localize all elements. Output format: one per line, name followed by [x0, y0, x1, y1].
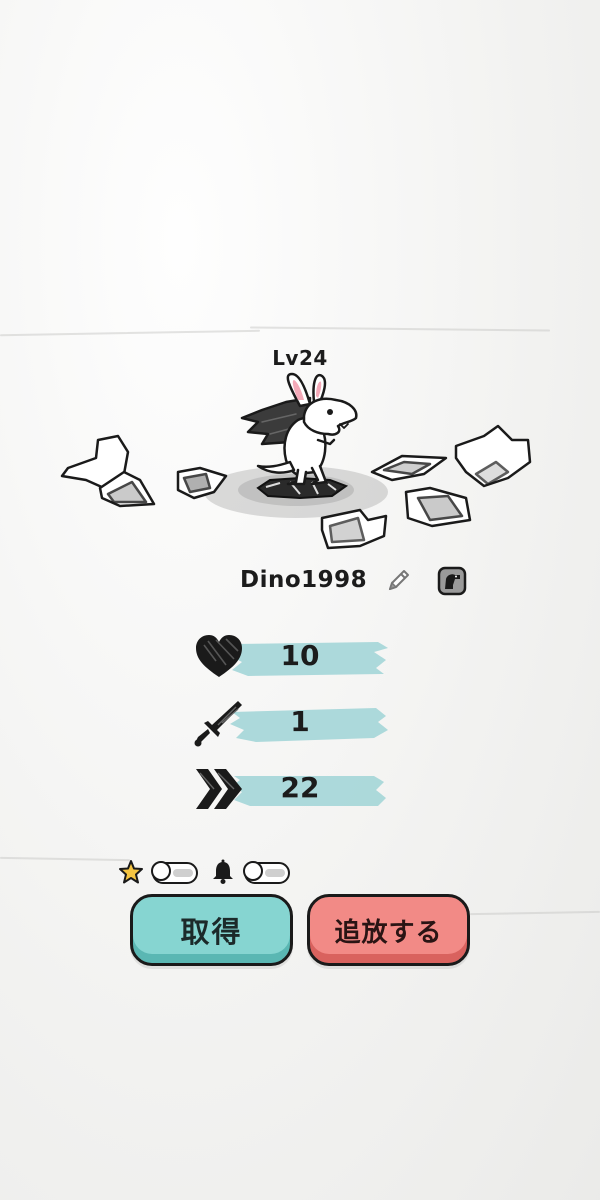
level-label: Lv24	[272, 346, 328, 370]
paper-texture-line	[249, 326, 551, 332]
toggle-track	[265, 869, 285, 877]
paper-texture-line	[0, 329, 260, 337]
toggle-row	[118, 856, 308, 890]
speed-chevron-icon	[196, 769, 242, 809]
name-row: Dino1998	[0, 565, 600, 601]
acquire-button[interactable]: 取得	[130, 894, 293, 966]
hp-stat: 10	[190, 628, 420, 686]
rubble-left	[60, 434, 228, 508]
pencil-icon[interactable]	[384, 567, 412, 595]
game-screen: Lv24 Dino1998 10 1 22 取得 追放する	[0, 0, 600, 1200]
favorite-toggle[interactable]	[151, 861, 198, 884]
notification-toggle[interactable]	[243, 861, 290, 884]
bell-icon	[213, 859, 233, 884]
dino-profile-icon[interactable]	[436, 565, 468, 597]
hp-value: 10	[280, 639, 320, 672]
attack-stat: 1	[190, 694, 420, 752]
heart-icon	[196, 635, 242, 677]
character-scene	[60, 372, 532, 550]
speed-value: 22	[280, 771, 320, 804]
toggle-track	[173, 869, 193, 877]
banish-button[interactable]: 追放する	[307, 894, 470, 966]
character-name: Dino1998	[240, 567, 368, 593]
speed-stat: 22	[190, 760, 420, 818]
paper-texture-line	[0, 856, 131, 862]
paper-texture-line	[469, 910, 600, 916]
toggle-knob	[243, 861, 263, 881]
attack-value: 1	[290, 705, 310, 738]
toggle-knob	[151, 861, 171, 881]
star-icon	[119, 860, 143, 884]
sword-icon	[194, 701, 242, 747]
dino-character	[240, 372, 358, 486]
